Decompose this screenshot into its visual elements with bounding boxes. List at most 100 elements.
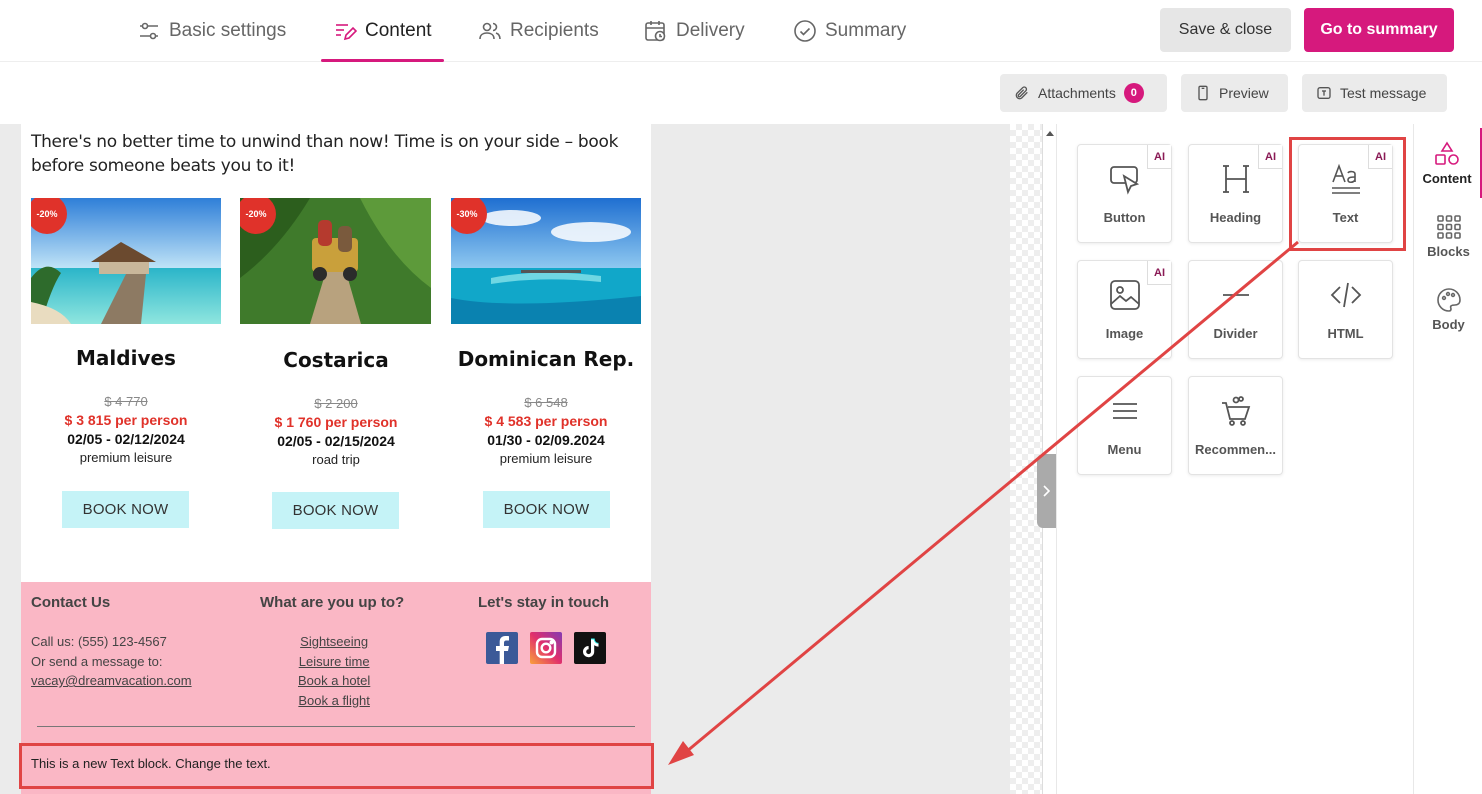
dominican-photo[interactable]: -30% xyxy=(451,198,641,324)
menu-icon xyxy=(1112,403,1137,419)
image-icon xyxy=(1109,280,1140,310)
tab-label: Basic settings xyxy=(169,20,287,41)
tile-label: HTML xyxy=(1327,326,1364,341)
tab-content[interactable]: Content xyxy=(321,0,444,62)
panel-collapse-handle[interactable] xyxy=(1037,454,1057,528)
footer-link-leisure[interactable]: Leisure time xyxy=(299,654,370,669)
tile-label: Image xyxy=(1105,326,1144,341)
test-message-button[interactable]: Test message xyxy=(1302,74,1447,112)
trip-kind: premium leisure xyxy=(499,451,593,466)
maldives-photo[interactable]: -20% xyxy=(31,198,221,324)
facebook-icon[interactable] xyxy=(486,632,518,664)
html-tile[interactable]: HTML xyxy=(1298,260,1393,359)
test-message-label: Test message xyxy=(1340,85,1427,101)
new-price: $ 1 760 per person xyxy=(274,414,398,430)
touch-heading: Let's stay in touch xyxy=(478,594,610,611)
footer-link-hotel[interactable]: Book a hotel xyxy=(298,673,370,688)
attachments-button[interactable]: Attachments 0 xyxy=(1000,74,1167,112)
phone-icon xyxy=(1198,85,1208,101)
old-price: $ 2 200 xyxy=(314,396,358,411)
tile-label: Menu xyxy=(1107,442,1142,457)
rail-label: Content xyxy=(1422,170,1472,186)
contact-email-link[interactable]: vacay@dreamvacation.com xyxy=(31,673,192,688)
destination-card: Costarica $ 2 200 $ 1 760 per person 02/… xyxy=(231,348,441,467)
calendar-clock-icon xyxy=(645,21,666,42)
book-now-button[interactable]: BOOK NOW xyxy=(62,491,189,528)
tile-label: Heading xyxy=(1209,210,1262,225)
costarica-photo[interactable]: -20% xyxy=(240,198,431,324)
heading-icon xyxy=(1222,165,1249,193)
attachments-count-badge: 0 xyxy=(1123,83,1144,103)
destination-name: Maldives xyxy=(76,346,176,370)
grid-icon xyxy=(1436,214,1461,239)
image-tile[interactable]: AI Image xyxy=(1077,260,1172,359)
go-to-summary-button[interactable]: Go to summary xyxy=(1304,8,1454,52)
chevron-right-icon xyxy=(1043,485,1051,497)
top-bar: Basic settings Content Recipients Delive… xyxy=(0,0,1482,62)
footer-link-sightseeing[interactable]: Sightseeing xyxy=(300,634,368,649)
ai-badge: AI xyxy=(1147,261,1171,285)
tab-basic-settings[interactable]: Basic settings xyxy=(137,0,286,62)
preview-button[interactable]: Preview xyxy=(1181,74,1288,112)
trip-dates: 01/30 - 02/09.2024 xyxy=(487,432,605,448)
footer-link-flight[interactable]: Book a flight xyxy=(298,693,370,708)
contact-info: Call us: (555) 123-4567 Or send a messag… xyxy=(31,632,192,691)
button-tile[interactable]: AI Button xyxy=(1077,144,1172,243)
contact-phone: Call us: (555) 123-4567 xyxy=(31,634,167,649)
preview-label: Preview xyxy=(1219,85,1269,101)
basket-icon xyxy=(1221,396,1250,426)
ai-badge: AI xyxy=(1147,145,1171,169)
old-price: $ 6 548 xyxy=(524,395,568,410)
new-block-highlight xyxy=(19,743,654,789)
heading-tile[interactable]: AI Heading xyxy=(1188,144,1283,243)
contact-heading: Contact Us xyxy=(31,594,111,611)
tab-delivery[interactable]: Delivery xyxy=(644,0,745,62)
rail-label: Body xyxy=(1432,316,1465,332)
book-now-button[interactable]: BOOK NOW xyxy=(483,491,610,528)
old-price: $ 4 770 xyxy=(104,394,148,409)
destination-card: Dominican Rep. $ 6 548 $ 4 583 per perso… xyxy=(441,347,651,466)
trip-dates: 02/05 - 02/15/2024 xyxy=(277,433,395,449)
attachments-label: Attachments xyxy=(1038,85,1116,101)
tiktok-icon[interactable] xyxy=(574,632,606,664)
tile-label: Button xyxy=(1103,210,1146,225)
tab-recipients[interactable]: Recipients xyxy=(478,0,599,62)
save-close-button[interactable]: Save & close xyxy=(1160,8,1291,52)
trip-kind: premium leisure xyxy=(79,450,173,465)
trip-kind: road trip xyxy=(312,452,360,467)
intro-text[interactable]: There's no better time to unwind than no… xyxy=(31,130,631,178)
divider-tile[interactable]: Divider xyxy=(1188,260,1283,359)
menu-tile[interactable]: Menu xyxy=(1077,376,1172,475)
book-now-button[interactable]: BOOK NOW xyxy=(272,492,399,529)
shapes-icon xyxy=(1435,140,1459,165)
tab-summary[interactable]: Summary xyxy=(793,0,906,62)
footer-divider xyxy=(37,726,635,727)
ai-badge: AI xyxy=(1258,145,1282,169)
side-rail: Content Blocks Body xyxy=(1413,124,1482,794)
cursor-button-icon xyxy=(1109,166,1139,195)
email-canvas[interactable]: There's no better time to unwind than no… xyxy=(0,124,1042,794)
text-tile-highlight xyxy=(1289,137,1406,251)
rail-blocks[interactable]: Blocks xyxy=(1414,201,1482,271)
sliders-icon xyxy=(140,22,158,40)
recommendations-tile[interactable]: Recommen... xyxy=(1188,376,1283,475)
check-circle-icon xyxy=(794,20,816,42)
email-body[interactable]: There's no better time to unwind than no… xyxy=(21,124,651,794)
new-price: $ 3 815 per person xyxy=(64,412,188,428)
tab-label: Recipients xyxy=(510,20,599,41)
instagram-icon[interactable] xyxy=(530,632,562,664)
contact-message: Or send a message to: xyxy=(31,653,163,669)
paperclip-icon xyxy=(1015,86,1028,100)
rail-body[interactable]: Body xyxy=(1414,274,1482,344)
tile-label: Divider xyxy=(1213,326,1258,341)
rail-content[interactable]: Content xyxy=(1414,128,1482,198)
tab-label: Delivery xyxy=(676,20,745,41)
tile-label: Recommen... xyxy=(1195,442,1276,457)
palette-icon xyxy=(1436,287,1461,312)
scroll-up-icon[interactable] xyxy=(1043,126,1057,140)
test-message-icon xyxy=(1317,87,1331,99)
trip-dates: 02/05 - 02/12/2024 xyxy=(67,431,185,447)
code-icon xyxy=(1330,282,1361,308)
rail-label: Blocks xyxy=(1427,243,1470,259)
footer-links: Sightseeing Leisure time Book a hotel Bo… xyxy=(298,632,370,710)
